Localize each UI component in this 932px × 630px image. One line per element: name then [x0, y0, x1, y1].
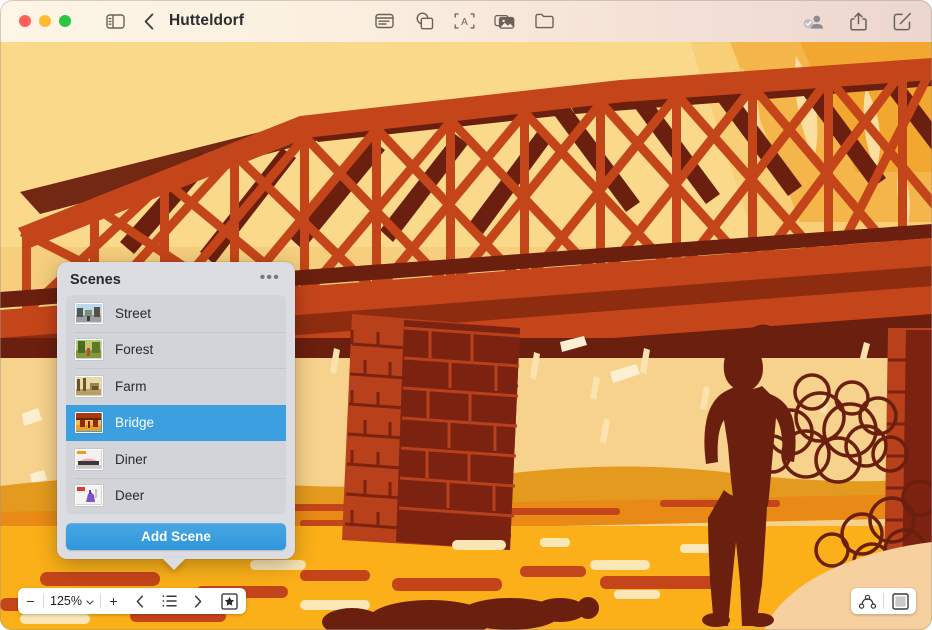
next-page-button[interactable]	[184, 588, 213, 614]
scene-thumbnail-bridge	[75, 412, 103, 433]
window-titlebar: Hutteldorf A	[0, 0, 932, 42]
toolbar-right-group	[800, 7, 916, 35]
traffic-lights[interactable]	[19, 15, 71, 27]
toolbar-center-group: A	[370, 7, 558, 35]
add-scene-button[interactable]: Add Scene	[66, 523, 286, 550]
folder-icon[interactable]	[530, 7, 558, 35]
shapes-icon[interactable]	[410, 7, 438, 35]
chevron-down-icon	[86, 594, 94, 608]
zoom-out-button[interactable]: −	[18, 588, 43, 614]
zoom-controls: − 125% +	[18, 588, 126, 614]
popover-header: Scenes •••	[57, 262, 295, 295]
scene-label: Street	[115, 306, 151, 321]
bookmark-button[interactable]	[213, 588, 246, 614]
scene-label: Deer	[115, 488, 144, 503]
compose-icon[interactable]	[888, 7, 916, 35]
page-navigation	[126, 588, 213, 614]
list-item[interactable]: Deer	[66, 478, 286, 515]
zoom-level-value: 125%	[50, 594, 82, 608]
close-button[interactable]	[19, 15, 31, 27]
previous-page-button[interactable]	[126, 588, 155, 614]
list-item[interactable]: Diner	[66, 441, 286, 478]
popover-tail	[162, 558, 186, 570]
app-window: Hutteldorf A	[0, 0, 932, 630]
view-options-toolbar	[851, 588, 916, 614]
list-item[interactable]: Farm	[66, 368, 286, 405]
scenes-popover: Scenes ••• Street	[57, 262, 295, 559]
scene-label: Forest	[115, 342, 153, 357]
scene-thumbnail-diner	[75, 449, 103, 470]
media-icon[interactable]	[490, 7, 518, 35]
scene-list[interactable]: Street Forest	[66, 295, 286, 514]
scene-thumbnail-street	[75, 303, 103, 324]
chevron-left-icon[interactable]	[135, 7, 163, 35]
sidebar-icon[interactable]	[101, 7, 129, 35]
zoom-and-navigation-toolbar: − 125% +	[18, 588, 246, 614]
zoom-button[interactable]	[59, 15, 71, 27]
zoom-level-dropdown[interactable]: 125%	[44, 588, 100, 614]
scene-label: Diner	[115, 452, 147, 467]
list-item[interactable]: Forest	[66, 332, 286, 369]
list-item-selected[interactable]: Bridge	[66, 405, 286, 442]
scene-label: Bridge	[115, 415, 154, 430]
popover-title: Scenes	[70, 272, 121, 288]
page-title: Hutteldorf	[169, 12, 244, 30]
frame-icon[interactable]	[884, 588, 916, 614]
more-options-icon[interactable]: •••	[258, 273, 282, 287]
svg-text:A: A	[461, 17, 468, 28]
scene-thumbnail-forest	[75, 339, 103, 360]
list-icon[interactable]	[155, 588, 184, 614]
minimize-button[interactable]	[39, 15, 51, 27]
scene-thumbnail-deer	[75, 485, 103, 506]
scene-label: Farm	[115, 379, 147, 394]
list-item[interactable]: Street	[66, 295, 286, 332]
share-icon[interactable]	[844, 7, 872, 35]
text-box-icon[interactable]: A	[450, 7, 478, 35]
scene-thumbnail-farm	[75, 376, 103, 397]
collaborate-icon[interactable]	[800, 7, 828, 35]
comment-icon[interactable]	[370, 7, 398, 35]
connections-icon[interactable]	[851, 588, 883, 614]
zoom-in-button[interactable]: +	[101, 588, 126, 614]
